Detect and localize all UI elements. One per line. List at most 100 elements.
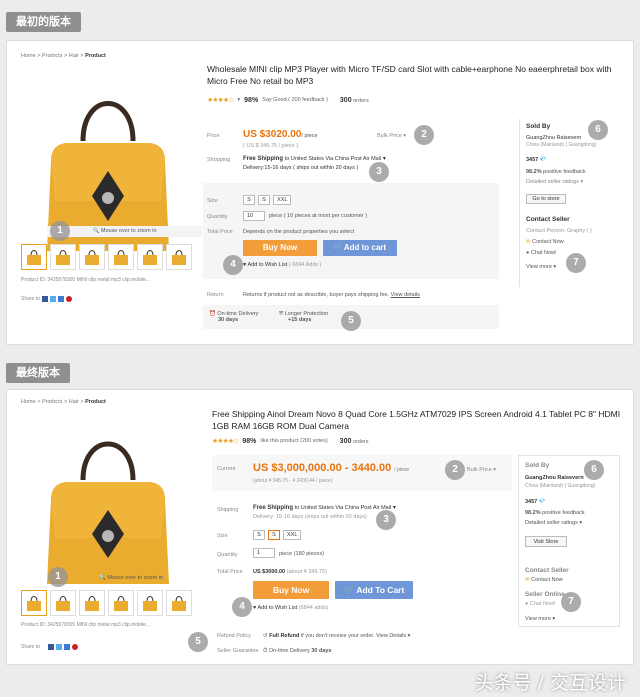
shipping-label: Shipping xyxy=(217,507,239,513)
price-sub: (about ¥ 345.75 - ¥ 2430.44 / piece) xyxy=(253,478,333,484)
add-to-cart-button[interactable]: 🛒Add to cart xyxy=(323,240,397,256)
seller-name[interactable]: GuangZhou Raisevern xyxy=(526,135,581,141)
add-to-cart-button[interactable]: 🛒 Add To Cart xyxy=(335,581,413,599)
quantity-input[interactable]: 1 xyxy=(253,548,275,558)
thumbnail[interactable] xyxy=(50,590,76,616)
vk-icon[interactable] xyxy=(57,296,64,302)
breadcrumb-home[interactable]: Home xyxy=(21,399,36,405)
seller-name[interactable]: GuangZhou Raisevern xyxy=(525,475,584,481)
thumbnail[interactable] xyxy=(137,244,163,270)
thumbnail[interactable] xyxy=(50,244,76,270)
shipping-info: Free Shipping to United States Via China… xyxy=(253,505,396,520)
size-option[interactable]: S xyxy=(268,530,280,540)
thumbnail[interactable] xyxy=(79,590,105,616)
size-label: Size xyxy=(217,533,228,539)
twitter-icon[interactable] xyxy=(49,296,56,302)
chevron-down-icon: ▾ xyxy=(403,133,407,139)
thumbnail[interactable] xyxy=(79,244,105,270)
rating-row: ★★★★☆ 98% like this product (200 votes) … xyxy=(212,437,369,446)
mail-icon: ✉ xyxy=(525,577,530,583)
seller-score: 3457 💎 xyxy=(525,499,546,505)
diamond-icon: 💎 xyxy=(538,499,546,505)
refund-text: ↺ Full Refund if you don't receive your … xyxy=(263,633,411,639)
thumbnail[interactable] xyxy=(21,590,47,616)
total-value: US $3000.00 (about ¥ 345.75) xyxy=(253,569,328,575)
shield-icon: ⛨ xyxy=(279,311,284,317)
contact-now-link[interactable]: ✉ Contact Now xyxy=(525,577,563,583)
thumbnail[interactable] xyxy=(166,244,192,270)
rating-dropdown-icon[interactable]: ▾ xyxy=(237,97,240,103)
breadcrumb-current: Product xyxy=(85,53,106,59)
thumbnail[interactable] xyxy=(108,590,134,616)
twitter-icon[interactable] xyxy=(55,644,62,650)
thumbnail[interactable] xyxy=(21,244,47,270)
guarantee-label: Seller Guarantee xyxy=(217,648,259,654)
size-option[interactable]: S xyxy=(253,530,265,540)
breadcrumb-hair[interactable]: Hair xyxy=(69,53,79,59)
size-option[interactable]: XXL xyxy=(283,530,302,540)
thumbnail[interactable] xyxy=(166,590,192,616)
seller-score: 3457 💎 xyxy=(526,157,547,163)
vk-icon[interactable] xyxy=(63,644,70,650)
thumbnail[interactable] xyxy=(137,590,163,616)
product-image[interactable] xyxy=(21,416,195,586)
breadcrumb-products[interactable]: Prodrcts xyxy=(42,399,62,405)
quantity-note: piece (180 pieces) xyxy=(279,551,324,557)
price-sub: ( US $ 345.75 / piece ) xyxy=(243,143,299,149)
breadcrumb: Home > Prodrcts > Hair > Product xyxy=(21,53,106,59)
pinterest-icon[interactable] xyxy=(65,296,72,302)
product-id: Product ID: 3425578305 MINI clip metal m… xyxy=(21,622,150,628)
bulk-price[interactable]: Bulk Price ▾ xyxy=(377,133,406,139)
chevron-down-icon[interactable]: ▾ xyxy=(383,156,386,162)
annotation-badge: 2 xyxy=(414,125,434,145)
seller-ratings-dropdown[interactable]: Detailed seller ratings ▾ xyxy=(526,179,583,185)
contact-now-link[interactable]: ✉ Contact Now xyxy=(526,239,564,245)
chevron-down-icon[interactable]: ▾ xyxy=(393,505,396,511)
size-option[interactable]: XXL xyxy=(273,195,292,205)
size-option[interactable]: S xyxy=(258,195,270,205)
mail-icon: ✉ xyxy=(526,239,531,245)
facebook-icon[interactable] xyxy=(41,296,48,302)
wish-list-link[interactable]: ♥ Add to Wish List ( 6844 Adds ) xyxy=(243,262,322,268)
quantity-input[interactable]: 10 xyxy=(243,211,265,221)
buy-now-button[interactable]: Buy Now xyxy=(253,581,329,599)
breadcrumb-home[interactable]: Home xyxy=(21,53,36,59)
star-rating-icon: ★★★★☆ xyxy=(207,97,234,104)
bulk-price[interactable]: Bulk Price ▾ xyxy=(467,467,496,473)
view-more-link[interactable]: View more ▾ xyxy=(525,616,555,622)
chat-now-link[interactable]: ● Chat Now! xyxy=(526,250,557,256)
price: US $3020.00/ piece xyxy=(243,129,318,140)
view-more-link[interactable]: View more ▾ xyxy=(526,264,556,270)
breadcrumb-hair[interactable]: Hair xyxy=(69,399,79,405)
chat-now-link[interactable]: ● Chat Now! xyxy=(525,601,556,607)
annotation-badge: 3 xyxy=(369,162,389,182)
annotation-badge: 6 xyxy=(588,120,608,140)
size-option[interactable]: S xyxy=(243,195,255,205)
breadcrumb-current: Product xyxy=(85,399,106,405)
facebook-icon[interactable] xyxy=(47,644,54,650)
view-details-link[interactable]: View Details xyxy=(376,633,406,639)
thumbnail-strip xyxy=(21,590,192,616)
product-panel-initial: Home > Prodrcts > Hair > Product 🔍 Mouse… xyxy=(6,40,634,345)
watermark: 头条号 / 交互设计 xyxy=(474,672,626,694)
seller-ratings-dropdown[interactable]: Detailed seller ratings ▾ xyxy=(525,520,582,526)
heart-icon: ♥ xyxy=(243,262,247,268)
thumbnail[interactable] xyxy=(108,244,134,270)
annotation-badge: 4 xyxy=(223,255,243,275)
buy-now-button[interactable]: Buy Now xyxy=(243,240,317,256)
price: US $3,000,000.00 - 3440.00 / piece xyxy=(253,462,410,474)
visit-store-button[interactable]: Visit Store xyxy=(525,536,567,547)
refund-icon: ↺ xyxy=(263,633,268,639)
pinterest-icon[interactable] xyxy=(71,644,78,650)
price-label: Price xyxy=(207,133,220,139)
zoom-hint: 🔍 Mouse over to zoom in xyxy=(98,575,164,581)
size-options: S S XXL xyxy=(253,530,302,540)
rating-row: ★★★★☆ ▾ 98% Say Good ( 200 feedback ) 30… xyxy=(207,96,369,105)
product-id: Product ID: 3425578305 MINI clip metal m… xyxy=(21,277,150,283)
annotation-badge: 1 xyxy=(50,221,70,241)
wish-list-link[interactable]: ♥ Add to Wish List (6844 adds) xyxy=(253,605,328,611)
thumbnail-strip xyxy=(21,244,192,270)
view-details-link[interactable]: View details xyxy=(391,292,420,298)
breadcrumb-products[interactable]: Prodrcts xyxy=(42,53,62,59)
go-to-store-button[interactable]: Go to store xyxy=(526,194,566,204)
